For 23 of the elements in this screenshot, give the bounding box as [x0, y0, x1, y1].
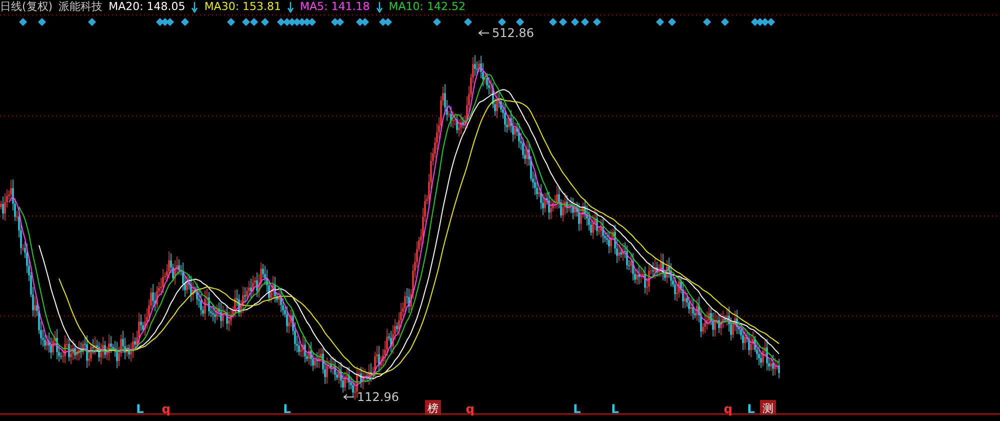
indicator-value: MA5: 141.18: [300, 0, 370, 14]
down-arrow-icon: [376, 2, 383, 12]
down-arrow-icon: [191, 2, 198, 12]
signal-letter: L: [573, 402, 581, 416]
signal-letter: L: [283, 402, 291, 416]
leader-arrow: [478, 30, 490, 36]
signal-letter: L: [611, 402, 619, 416]
price-low-label: 112.96: [357, 390, 399, 404]
down-arrow-icon: [287, 2, 294, 12]
chart-title: 日线(复权): [0, 0, 53, 14]
price-high-label: 512.86: [492, 26, 534, 40]
signal-letter: L: [136, 402, 144, 416]
signal-tag: 测: [760, 400, 776, 415]
signal-letter: q: [162, 402, 170, 416]
leader-arrow: [343, 394, 354, 400]
indicator-value: MA30: 153.81: [204, 0, 282, 14]
signal-letter: L: [747, 402, 755, 416]
indicator-value: MA20: 148.05: [108, 0, 186, 14]
signal-letter: q: [724, 402, 732, 416]
stock-name: 派能科技: [58, 0, 103, 14]
signal-tag: 榜: [425, 400, 441, 415]
signal-letter: q: [466, 402, 474, 416]
indicator-value: MA10: 142.52: [388, 0, 466, 14]
